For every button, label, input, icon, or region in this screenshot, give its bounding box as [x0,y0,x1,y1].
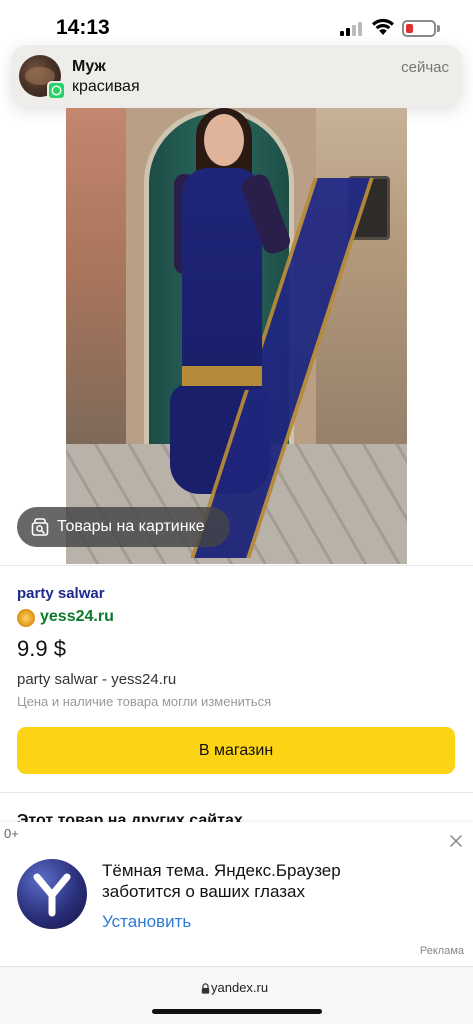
notification-message: красивая [72,78,140,95]
product-price: 9.9 $ [17,636,66,661]
notification-sender: Муж [72,58,106,75]
cellular-signal-icon [340,22,364,36]
product-title[interactable]: party salwar [17,585,105,602]
lock-icon [201,983,210,994]
yandex-browser-logo-icon [17,859,87,929]
product-description: party salwar - yess24.ru [17,671,177,688]
product-note: Цена и наличие товара могли измениться [17,694,272,709]
message-notification[interactable]: Муж красивая сейчас [11,45,462,107]
age-rating-label: 0+ [4,826,19,841]
battery-cap [437,25,440,32]
divider [0,565,473,566]
url-text: yandex.ru [211,980,269,995]
visual-search-label: Товары на картинке [57,518,205,535]
whatsapp-icon [47,81,66,100]
other-sites-heading-text: Этот товар на других сайтах [17,812,243,822]
browser-page: 14:13 Муж красивая сейчас Товары на карт… [0,0,473,1024]
wifi-icon [372,18,394,35]
ad-label: Реклама [419,945,464,957]
url-bar[interactable]: yandex.ru [0,966,473,1024]
other-sites-heading: Этот товар на других сайтах [17,812,243,822]
ad-banner[interactable]: 0+ Тёмная тема. Яндекс.Браузер заботится… [0,822,473,966]
shop-favicon-icon [17,609,35,627]
close-icon[interactable] [449,834,463,848]
visual-search-icon [31,518,49,536]
status-time: 14:13 [56,16,110,39]
notification-time: сейчас [401,59,449,76]
divider [0,792,473,793]
battery-icon [402,20,436,37]
visual-search-button[interactable]: Товары на картинке [17,507,230,547]
install-link[interactable]: Установить [102,912,191,932]
ad-text: Тёмная тема. Яндекс.Браузер заботится о … [102,861,341,901]
home-indicator[interactable] [152,1009,322,1014]
shop-name-link[interactable]: yess24.ru [40,608,114,626]
product-image[interactable] [66,108,407,564]
go-to-shop-button[interactable]: В магазин [17,727,455,774]
